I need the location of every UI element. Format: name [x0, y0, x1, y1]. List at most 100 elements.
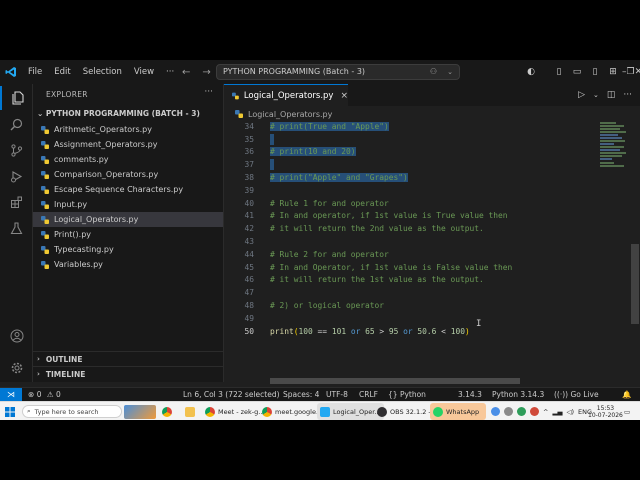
line-number: 37	[244, 160, 254, 170]
clock[interactable]: 15:53 10-07-2026	[588, 402, 623, 420]
taskbar-app-whatsapp[interactable]: WhatsApp	[430, 403, 486, 420]
tray-app-icon[interactable]	[504, 407, 513, 416]
line-number: 44	[244, 249, 254, 259]
taskbar-search-input[interactable]: ⌕ Type here to search	[22, 405, 122, 418]
menu-view[interactable]: View	[128, 60, 160, 84]
python-version[interactable]: 3.14.3	[458, 388, 482, 402]
explorer-icon[interactable]	[0, 86, 33, 110]
minimap[interactable]	[598, 120, 630, 382]
account-icon[interactable]	[0, 324, 33, 348]
remote-indicator-icon[interactable]: ⋊	[0, 388, 22, 402]
end-of-line[interactable]: CRLF	[359, 388, 378, 402]
extensions-icon[interactable]	[0, 190, 33, 214]
timeline-section[interactable]: › TIMELINE	[33, 366, 223, 381]
editor-more-icon[interactable]: ···	[623, 90, 632, 100]
taskbar-search-placeholder: Type here to search	[34, 407, 99, 416]
status-bar: ⋊ ⊗ 0 ⚠ 0 Ln 6, Col 3 (722 selected) Spa…	[0, 387, 640, 402]
tray-app-icon[interactable]	[491, 407, 500, 416]
code-editor[interactable]: 34 # print(True and "Apple") 35 36 # print…	[224, 120, 598, 382]
search-icon[interactable]	[0, 112, 33, 136]
vertical-scrollbar[interactable]	[631, 244, 639, 324]
tray-app-icon[interactable]	[517, 407, 526, 416]
warning-count: 0	[55, 390, 61, 399]
toggle-primary-sidebar-icon[interactable]: ▯	[550, 67, 568, 77]
menu-selection[interactable]: Selection	[77, 60, 128, 84]
run-python-file-icon[interactable]: ▷	[578, 90, 585, 100]
close-window-icon[interactable]: ✕	[635, 67, 640, 77]
code-line: 45 # In and Operator, if 1st value is Fal…	[224, 261, 598, 274]
python-file-icon	[41, 215, 49, 224]
menu-file[interactable]: File	[22, 60, 48, 84]
vscode-logo-icon	[0, 60, 22, 84]
toggle-secondary-sidebar-icon[interactable]: ▯	[586, 67, 604, 77]
taskbar-app-meet-1[interactable]: Meet - zek-g...	[202, 403, 267, 420]
forward-arrow-icon[interactable]: →	[202, 67, 210, 78]
toggle-panel-icon[interactable]: ▭	[568, 67, 586, 77]
language-mode[interactable]: {} Python	[388, 388, 426, 402]
line-number: 49	[244, 313, 254, 323]
file-item[interactable]: Logical_Operators.py	[33, 212, 223, 227]
tab-close-icon[interactable]: ×	[340, 91, 348, 101]
network-icon[interactable]: ▂▄	[552, 408, 562, 416]
problems-indicator[interactable]: ⊗ 0 ⚠ 0	[28, 388, 61, 402]
tray-app-icon[interactable]	[530, 407, 539, 416]
file-item[interactable]: Arithmetic_Operators.py	[33, 122, 223, 137]
file-item[interactable]: Variables.py	[33, 257, 223, 272]
line-number: 35	[244, 134, 254, 144]
language-label: Python	[399, 390, 426, 399]
settings-gear-icon[interactable]	[0, 356, 33, 380]
back-arrow-icon[interactable]: ←	[182, 67, 190, 78]
token-number: 101	[331, 326, 347, 336]
file-item[interactable]: comments.py	[33, 152, 223, 167]
token-operator: <	[436, 326, 451, 336]
horizontal-scrollbar[interactable]	[270, 378, 520, 384]
code-line: 49	[224, 312, 598, 325]
run-dropdown-icon[interactable]: ⌄	[593, 91, 599, 99]
run-debug-icon[interactable]	[0, 164, 33, 188]
tab-logical-operators[interactable]: Logical_Operators.py ×	[224, 84, 348, 106]
chrome-icon[interactable]	[162, 402, 172, 420]
file-item[interactable]: Comparison_Operators.py	[33, 167, 223, 182]
code-text: # Rule 1 for and operator	[270, 198, 389, 208]
restore-icon[interactable]: ❐	[627, 67, 635, 77]
go-live-button[interactable]: ((·)) Go Live	[554, 388, 599, 402]
file-item[interactable]: Escape Sequence Characters.py	[33, 182, 223, 197]
encoding[interactable]: UTF-8	[326, 388, 348, 402]
accounts-icon[interactable]: ◐	[522, 67, 540, 77]
command-center[interactable]: PYTHON PROGRAMMING (Batch - 3) ⚇ ⌄	[216, 64, 460, 80]
chevron-down-icon[interactable]: ⌄	[447, 65, 453, 79]
file-explorer-icon[interactable]	[185, 402, 195, 420]
code-line: 46 # it will return the 1st value as the …	[224, 274, 598, 287]
file-item[interactable]: Assignment_Operators.py	[33, 137, 223, 152]
code-text: # Rule 2 for and operator	[270, 249, 389, 259]
workspace-folder[interactable]: ⌄ PYTHON PROGRAMMING (BATCH - 3)	[37, 109, 200, 118]
chevron-right-icon: ›	[37, 355, 40, 363]
menu-more-icon[interactable]: ···	[160, 60, 180, 84]
customize-layout-icon[interactable]: ⊞	[604, 67, 622, 77]
python-file-icon	[41, 185, 49, 194]
notifications-icon[interactable]: ▭	[624, 402, 630, 420]
breadcrumb[interactable]: Logical_Operators.py	[224, 108, 332, 120]
news-widget-icon[interactable]	[124, 402, 156, 420]
windows-start-icon[interactable]	[5, 402, 15, 420]
testing-icon[interactable]	[0, 216, 33, 240]
code-text: # 2) or logical operator	[270, 301, 385, 311]
file-item[interactable]: Typecasting.py	[33, 242, 223, 257]
timeline-label: TIMELINE	[45, 369, 86, 379]
indentation[interactable]: Spaces: 4	[283, 388, 319, 402]
volume-icon[interactable]: ◁)	[566, 408, 574, 416]
token-operator: >	[374, 326, 389, 336]
menu-edit[interactable]: Edit	[48, 60, 76, 84]
more-actions-icon[interactable]: ···	[204, 87, 213, 97]
broadcast-icon: ((·))	[554, 390, 569, 399]
outline-section[interactable]: › OUTLINE	[33, 351, 223, 366]
copilot-icon[interactable]: ⚇	[430, 65, 437, 79]
python-interpreter[interactable]: Python 3.14.3	[492, 388, 544, 402]
show-hidden-icons-icon[interactable]: ^	[543, 408, 548, 416]
cursor-position[interactable]: Ln 6, Col 3 (722 selected)	[183, 388, 280, 402]
split-editor-icon[interactable]: ◫	[607, 90, 616, 100]
file-item[interactable]: Input.py	[33, 197, 223, 212]
source-control-icon[interactable]	[0, 138, 33, 162]
notifications-bell-icon[interactable]: 🔔	[622, 388, 631, 402]
file-item[interactable]: Print().py	[33, 227, 223, 242]
